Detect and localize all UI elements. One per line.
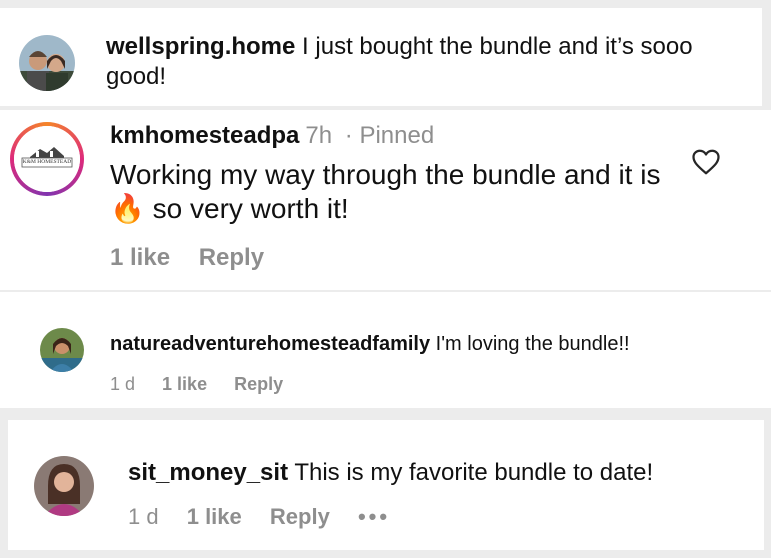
comment-sit-money-sit: sit_money_sit This is my favorite bundle… bbox=[8, 420, 764, 550]
username[interactable]: natureadventurehomesteadfamily bbox=[110, 333, 430, 355]
username[interactable]: wellspring.home bbox=[106, 33, 295, 60]
likes-count[interactable]: 1 like bbox=[110, 244, 170, 271]
comment-text-part: so very worth it! bbox=[152, 192, 349, 224]
reply-button[interactable]: Reply bbox=[270, 504, 330, 529]
avatar[interactable] bbox=[34, 456, 94, 516]
likes-count[interactable]: 1 like bbox=[162, 374, 207, 394]
comment-text: sit_money_sit This is my favorite bundle… bbox=[128, 458, 653, 488]
comment-wellspring: wellspring.home I just bought the bundle… bbox=[0, 8, 762, 106]
avatar[interactable]: K&M HOMESTEAD bbox=[14, 126, 80, 192]
timestamp: 7h bbox=[305, 122, 333, 149]
more-options-icon[interactable]: ••• bbox=[358, 504, 390, 529]
reply-button[interactable]: Reply bbox=[234, 374, 283, 394]
comment-body: This is my favorite bundle to date! bbox=[294, 459, 654, 486]
comment-text: natureadventurehomesteadfamily I'm lovin… bbox=[110, 332, 630, 357]
pinned-label: · Pinned bbox=[344, 122, 435, 149]
heart-icon[interactable] bbox=[691, 148, 723, 178]
comment-body: Working my way through the bundle and it… bbox=[110, 158, 670, 225]
likes-count[interactable]: 1 like bbox=[187, 504, 242, 529]
avatar[interactable] bbox=[19, 35, 75, 91]
comment-body: I'm loving the bundle!! bbox=[435, 333, 630, 355]
reply-button[interactable]: Reply bbox=[199, 244, 264, 271]
username[interactable]: kmhomesteadpa bbox=[110, 122, 299, 149]
comment-meta: 1 like Reply bbox=[110, 244, 286, 272]
avatar-logo-text: K&M HOMESTEAD bbox=[22, 159, 72, 165]
timestamp: 1 d bbox=[110, 374, 136, 394]
comment-kmhomestead: K&M HOMESTEAD kmhomesteadpa 7h · Pinned W… bbox=[0, 110, 771, 280]
comment-natureadventure: natureadventurehomesteadfamily I'm lovin… bbox=[0, 292, 771, 408]
fire-emoji: 🔥 bbox=[110, 192, 145, 224]
comment-text: wellspring.home I just bought the bundle… bbox=[106, 32, 746, 92]
comment-text-part: Working my way through the bundle and it… bbox=[110, 159, 661, 190]
avatar[interactable] bbox=[40, 328, 84, 372]
comment-meta: 1 d 1 like Reply bbox=[110, 374, 305, 395]
timestamp: 1 d bbox=[128, 504, 159, 529]
comment-meta: 1 d 1 like Reply ••• bbox=[128, 504, 412, 530]
comment-header: kmhomesteadpa 7h · Pinned bbox=[110, 122, 434, 150]
username[interactable]: sit_money_sit bbox=[128, 459, 288, 486]
hidden-comment-strip bbox=[0, 280, 771, 290]
